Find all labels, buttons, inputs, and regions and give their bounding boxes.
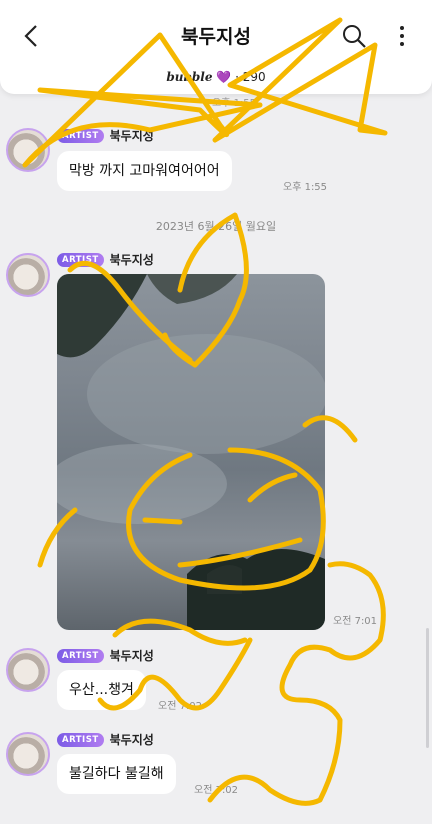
message-bubble[interactable]: 불길하다 불길해	[57, 754, 176, 794]
photo-content	[57, 274, 325, 630]
message-time: 오전 7:01	[333, 616, 378, 627]
scrollbar[interactable]	[426, 628, 429, 748]
message-time: 오후 1:55	[283, 182, 328, 193]
artist-badge: ARTIST	[57, 252, 104, 267]
avatar[interactable]	[6, 253, 50, 297]
sender-name: 북두지성	[109, 649, 154, 663]
message-time: 오후 1:55	[212, 98, 257, 109]
sender-row: ARTIST 북두지성	[57, 251, 154, 268]
message-bubble[interactable]: 우산...챙겨	[57, 670, 146, 710]
artist-badge: ARTIST	[57, 648, 104, 663]
message-time: 오전 7:02	[158, 701, 203, 712]
artist-badge: ARTIST	[57, 732, 104, 747]
sender-row: ARTIST 북두지성	[57, 731, 154, 748]
date-separator: 2023년 6월 26일 월요일	[155, 220, 277, 233]
sender-row: ARTIST 북두지성	[57, 127, 154, 144]
avatar[interactable]	[6, 732, 50, 776]
subscriber-count: 290	[242, 70, 266, 84]
sender-row: ARTIST 북두지성	[57, 647, 154, 664]
subscriber-info: bubble 💜 · 290	[0, 70, 432, 84]
more-options-icon[interactable]	[392, 22, 412, 50]
bubble-logo: bubble	[166, 70, 213, 84]
artist-badge: ARTIST	[57, 128, 104, 143]
count-separator: ·	[235, 70, 239, 84]
avatar[interactable]	[6, 648, 50, 692]
sender-name: 북두지성	[109, 253, 154, 267]
heart-icon: 💜	[216, 70, 232, 84]
sender-name: 북두지성	[109, 129, 154, 143]
photo-message[interactable]	[57, 274, 325, 630]
avatar[interactable]	[6, 128, 50, 172]
sender-name: 북두지성	[109, 733, 154, 747]
message-bubble[interactable]: 막방 까지 고마워여어어어	[57, 151, 232, 191]
message-time: 오전 7:02	[194, 785, 239, 796]
search-icon[interactable]	[340, 22, 368, 50]
chat-header: 북두지성 bubble 💜 · 290	[0, 0, 432, 94]
